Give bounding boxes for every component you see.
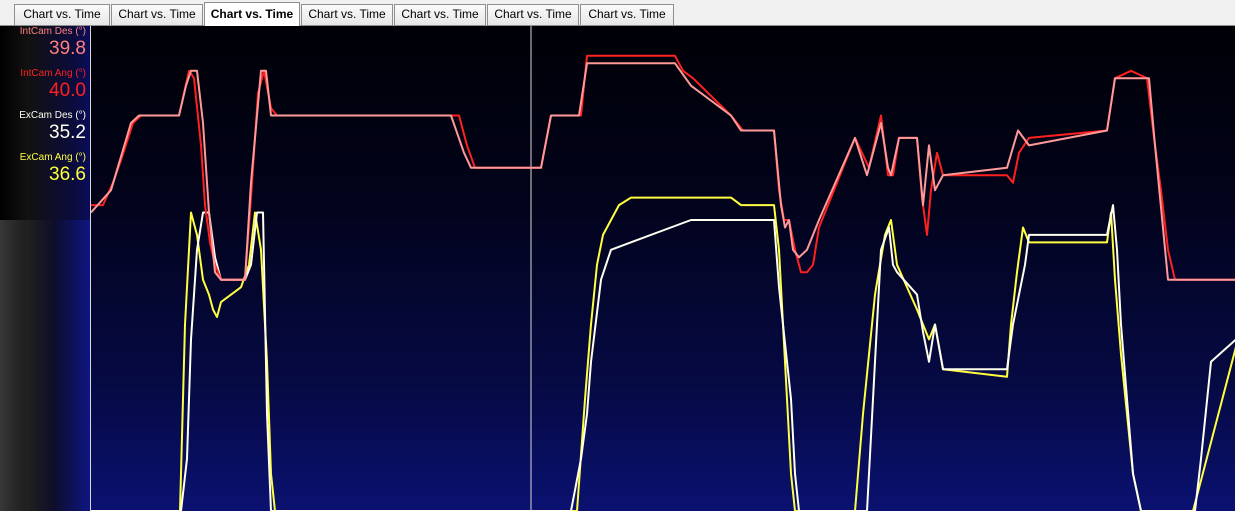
legend-series-name: ExCam Des (°) [19, 110, 86, 121]
tab-chart-vs-time-3[interactable]: Chart vs. Time [204, 2, 300, 26]
tab-chart-vs-time-2[interactable]: Chart vs. Time [111, 4, 203, 25]
legend-series-value: 40.0 [49, 80, 86, 101]
legend-series-name: IntCam Des (°) [19, 26, 86, 37]
plot-area[interactable] [90, 26, 1235, 511]
tab-chart-vs-time-1[interactable]: Chart vs. Time [14, 4, 110, 25]
legend-series-value: 36.6 [49, 164, 86, 185]
series-line-excam-ang [91, 196, 1235, 511]
legend-series-name: ExCam Ang (°) [19, 152, 86, 163]
series-line-intcam-des [91, 62, 1235, 281]
tab-chart-vs-time-7[interactable]: Chart vs. Time [580, 4, 674, 25]
series-line-intcam-ang [91, 54, 1235, 281]
legend-item: IntCam Ang (°) 40.0 [0, 68, 86, 102]
legend-series-name: IntCam Ang (°) [20, 68, 86, 79]
tab-chart-vs-time-4[interactable]: Chart vs. Time [301, 4, 393, 25]
plot-svg [91, 26, 1235, 511]
legend-item: ExCam Ang (°) 36.6 [0, 152, 86, 186]
legend-item: IntCam Des (°) 39.8 [0, 26, 86, 60]
tab-chart-vs-time-5[interactable]: Chart vs. Time [394, 4, 486, 25]
chart-area: IntCam Des (°) 39.8 IntCam Ang (°) 40.0 ExCa… [0, 26, 1235, 511]
chart-window: Chart vs. Time Chart vs. Time Chart vs. Ti… [0, 0, 1235, 511]
legend-item: ExCam Des (°) 35.2 [0, 110, 86, 144]
legend-series-value: 35.2 [49, 122, 86, 143]
legend-series-value: 39.8 [49, 38, 86, 59]
tab-chart-vs-time-6[interactable]: Chart vs. Time [487, 4, 579, 25]
legend-panel: IntCam Des (°) 39.8 IntCam Ang (°) 40.0 ExCa… [0, 26, 90, 511]
series-line-excam-des [91, 204, 1235, 511]
tab-bar: Chart vs. Time Chart vs. Time Chart vs. Ti… [0, 0, 1235, 26]
